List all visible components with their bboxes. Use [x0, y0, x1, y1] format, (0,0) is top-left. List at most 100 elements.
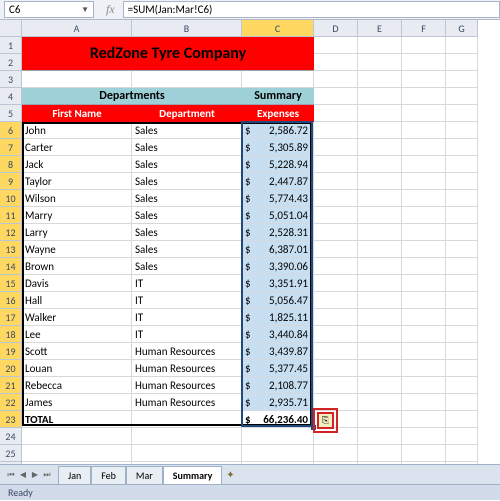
cell[interactable] [446, 377, 478, 394]
cell[interactable] [358, 71, 402, 88]
cell[interactable] [446, 190, 478, 207]
cell[interactable] [358, 224, 402, 241]
row-header-21[interactable]: 21 [0, 377, 22, 394]
cell[interactable] [402, 37, 446, 54]
cell[interactable] [358, 343, 402, 360]
cell[interactable] [314, 105, 358, 122]
cell[interactable]: Sales [132, 156, 242, 173]
cell[interactable]: TOTAL [22, 411, 132, 428]
fx-icon[interactable]: fx [106, 2, 115, 17]
cell[interactable] [402, 292, 446, 309]
cell[interactable] [132, 71, 242, 88]
cell[interactable]: $2,108.77 [242, 377, 314, 394]
cell[interactable] [358, 207, 402, 224]
cell[interactable]: Sales [132, 207, 242, 224]
cell[interactable] [314, 190, 358, 207]
cell[interactable]: Sales [132, 122, 242, 139]
cell[interactable]: Human Resources [132, 377, 242, 394]
cell[interactable] [242, 428, 314, 445]
cell[interactable] [402, 343, 446, 360]
row-header-17[interactable]: 17 [0, 309, 22, 326]
col-header-c[interactable]: C [242, 20, 314, 37]
cell[interactable]: $2,447.87 [242, 173, 314, 190]
cell[interactable] [446, 343, 478, 360]
cell[interactable] [358, 258, 402, 275]
cell[interactable] [358, 173, 402, 190]
cell[interactable] [402, 428, 446, 445]
cell[interactable] [314, 360, 358, 377]
cell[interactable]: $6,387.01 [242, 241, 314, 258]
cell[interactable]: Human Resources [132, 343, 242, 360]
cell[interactable] [402, 173, 446, 190]
cell[interactable] [446, 394, 478, 411]
cell[interactable] [314, 241, 358, 258]
cell[interactable] [446, 37, 478, 54]
cell[interactable]: $1,825.11 [242, 309, 314, 326]
cell[interactable] [314, 173, 358, 190]
cell[interactable] [314, 445, 358, 462]
row-header-13[interactable]: 13 [0, 241, 22, 258]
tab-prev-icon[interactable]: ◀ [18, 470, 28, 480]
cell[interactable] [314, 224, 358, 241]
cell[interactable] [402, 275, 446, 292]
cell[interactable] [358, 190, 402, 207]
row-header-14[interactable]: 14 [0, 258, 22, 275]
cell[interactable] [314, 394, 358, 411]
cell[interactable] [358, 88, 402, 105]
cell[interactable] [402, 377, 446, 394]
row-header-2[interactable]: 2 [0, 54, 22, 71]
cell[interactable] [358, 326, 402, 343]
cell[interactable] [358, 105, 402, 122]
cell[interactable] [402, 394, 446, 411]
cell[interactable] [358, 37, 402, 54]
cell[interactable]: $66,236.40 [242, 411, 314, 428]
cell[interactable] [132, 445, 242, 462]
cell[interactable] [402, 207, 446, 224]
cell[interactable]: $5,377.45 [242, 360, 314, 377]
cell[interactable] [314, 292, 358, 309]
cell[interactable] [314, 377, 358, 394]
cell[interactable] [446, 88, 478, 105]
cell[interactable] [132, 428, 242, 445]
name-box[interactable]: C6 ▼ [4, 1, 94, 18]
cell[interactable]: Human Resources [132, 394, 242, 411]
cell[interactable]: Sales [132, 173, 242, 190]
cell[interactable]: James [22, 394, 132, 411]
cell[interactable] [314, 122, 358, 139]
col-header-e[interactable]: E [358, 20, 402, 37]
cell[interactable]: Davis [22, 275, 132, 292]
cell[interactable] [314, 37, 358, 54]
cell[interactable] [446, 292, 478, 309]
tab-last-icon[interactable]: ⏭ [42, 470, 52, 480]
cell[interactable] [446, 411, 478, 428]
cell[interactable]: IT [132, 309, 242, 326]
cell[interactable] [314, 207, 358, 224]
cell[interactable]: $2,528.31 [242, 224, 314, 241]
cell[interactable]: Wayne [22, 241, 132, 258]
cell[interactable] [402, 445, 446, 462]
sheet-tab-feb[interactable]: Feb [91, 466, 126, 484]
row-header-22[interactable]: 22 [0, 394, 22, 411]
cell[interactable] [358, 139, 402, 156]
cell[interactable] [314, 309, 358, 326]
cell[interactable]: Sales [132, 241, 242, 258]
sheet-tab-summary[interactable]: Summary [163, 466, 223, 484]
cell[interactable]: $5,305.89 [242, 139, 314, 156]
tab-next-icon[interactable]: ▶ [30, 470, 40, 480]
cell[interactable] [402, 411, 446, 428]
cell[interactable] [446, 241, 478, 258]
tab-first-icon[interactable]: ⏮ [6, 470, 16, 480]
cell[interactable] [358, 377, 402, 394]
cell[interactable] [314, 428, 358, 445]
row-header-6[interactable]: 6 [0, 122, 22, 139]
cell[interactable]: $3,390.06 [242, 258, 314, 275]
cell[interactable] [22, 428, 132, 445]
cell[interactable] [358, 275, 402, 292]
cell[interactable] [446, 122, 478, 139]
cell[interactable]: $3,440.84 [242, 326, 314, 343]
cell[interactable]: IT [132, 292, 242, 309]
cell[interactable] [358, 156, 402, 173]
select-all-corner[interactable] [0, 20, 22, 37]
col-header-g[interactable]: G [446, 20, 478, 37]
row-header-12[interactable]: 12 [0, 224, 22, 241]
